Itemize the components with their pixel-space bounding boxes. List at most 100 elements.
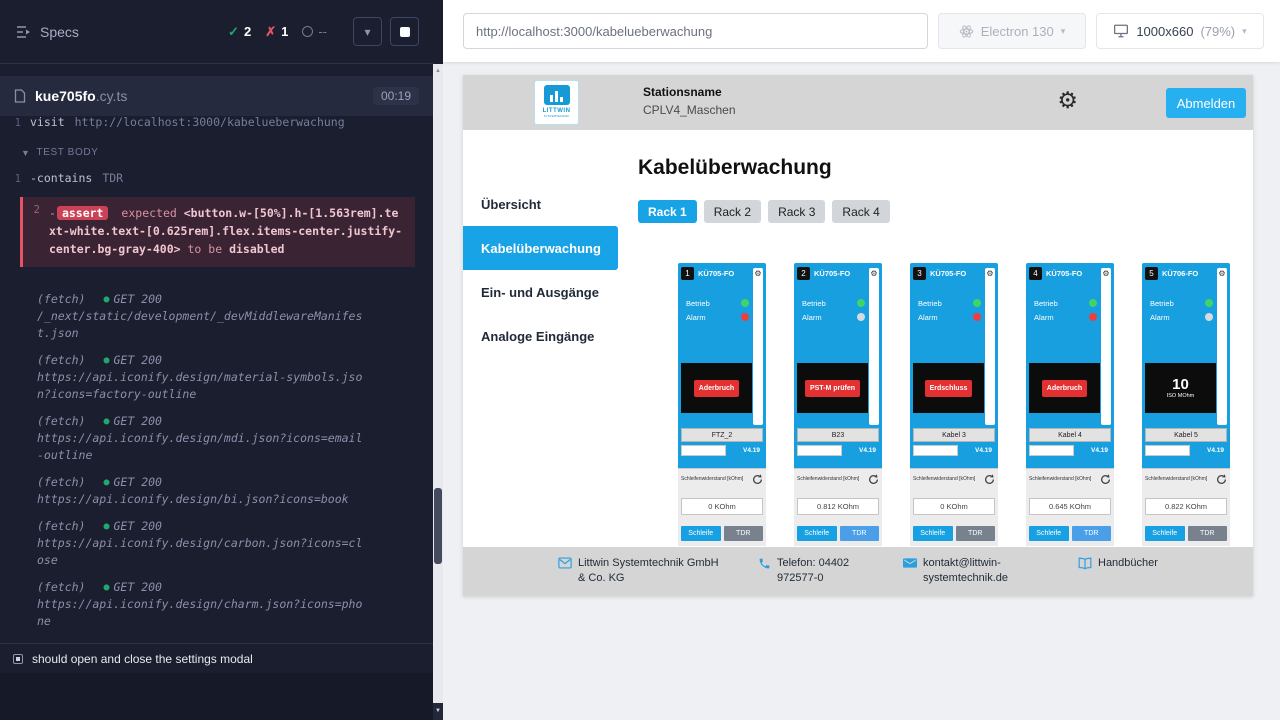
test-body-section[interactable]: ▼ TEST BODY bbox=[0, 135, 433, 167]
card-gear-icon[interactable]: ⚙ bbox=[1217, 269, 1227, 279]
resistance-value: 0 KOhm bbox=[913, 498, 995, 515]
fetch-status: GET 200 bbox=[114, 474, 162, 491]
status-button[interactable]: Aderbruch bbox=[694, 380, 739, 397]
app-header: LITTWIN SYSTEMTECHNIK Stationsname CPLV4… bbox=[463, 75, 1253, 130]
fetch-url: https://api.iconify.design/bi.json?icons… bbox=[37, 491, 367, 508]
line-number: 1 bbox=[0, 171, 30, 188]
device-card: 1 KÜ705-FO ⚙ Betrieb Alarm bbox=[678, 263, 766, 546]
cable-name: Kabel 4 bbox=[1029, 428, 1111, 442]
nav-item[interactable]: Übersicht bbox=[463, 182, 618, 226]
logout-button[interactable]: Abmelden bbox=[1166, 88, 1246, 118]
rack-tab[interactable]: Rack 2 bbox=[704, 200, 761, 223]
next-test-row[interactable]: should open and close the settings modal bbox=[0, 643, 433, 673]
tdr-button[interactable]: TDR bbox=[1072, 526, 1112, 541]
schleife-button[interactable]: Schleife bbox=[681, 526, 721, 541]
chevron-down-icon: ▾ bbox=[364, 25, 370, 39]
card-gear-icon[interactable]: ⚙ bbox=[869, 269, 879, 279]
measurement-panel: Schleifenwiderstand [kOhm] 0 KOhm Schlei… bbox=[910, 468, 998, 546]
rack-tab[interactable]: Rack 3 bbox=[768, 200, 825, 223]
version-row: V4.19 bbox=[913, 444, 995, 457]
rack-tab[interactable]: Rack 1 bbox=[638, 200, 697, 223]
card-title: KÜ706-FO bbox=[1162, 269, 1198, 278]
tdr-button[interactable]: TDR bbox=[724, 526, 764, 541]
refresh-icon[interactable] bbox=[867, 473, 879, 485]
success-dot-icon: ● bbox=[103, 352, 109, 369]
betrieb-label: Betrieb bbox=[686, 299, 710, 308]
command-visit[interactable]: 1 visit http://localhost:3000/kabelueber… bbox=[0, 116, 433, 135]
status-button[interactable]: Erdschluss bbox=[925, 380, 973, 397]
schleife-button[interactable]: Schleife bbox=[1029, 526, 1069, 541]
card-title: KÜ705-FO bbox=[698, 269, 734, 278]
version-input bbox=[797, 445, 842, 456]
status-button[interactable]: PST-M prüfen bbox=[805, 380, 860, 397]
betrieb-led bbox=[857, 299, 865, 307]
fetch-log: (fetch) ● GET 200 https://api.iconify.de… bbox=[37, 474, 415, 508]
check-icon: ✓ bbox=[228, 24, 239, 40]
card-gear-icon[interactable]: ⚙ bbox=[985, 269, 995, 279]
footer-phone: Telefon: 04402 972577-0 bbox=[758, 556, 873, 586]
refresh-icon[interactable] bbox=[1215, 473, 1227, 485]
stop-button[interactable] bbox=[390, 17, 419, 46]
card-title: KÜ705-FO bbox=[1046, 269, 1082, 278]
refresh-icon[interactable] bbox=[983, 473, 995, 485]
fetch-label: (fetch) bbox=[37, 474, 85, 491]
refresh-icon[interactable] bbox=[1099, 473, 1111, 485]
nav-item[interactable]: Ein- und Ausgänge bbox=[463, 270, 618, 314]
betrieb-led bbox=[973, 299, 981, 307]
aut-region: Electron 130 ▾ 1000x660 (79%) ▾ LITTWIN … bbox=[443, 0, 1280, 720]
scrollbar-thumb[interactable] bbox=[434, 488, 442, 564]
command-contains[interactable]: 1 -contains TDR bbox=[0, 167, 433, 191]
specs-list-icon bbox=[16, 25, 32, 39]
card-scroll-strip bbox=[869, 268, 879, 425]
fetch-log: (fetch) ● GET 200 /_next/static/developm… bbox=[37, 291, 415, 342]
specs-toggle[interactable]: Specs bbox=[16, 24, 79, 40]
tdr-button[interactable]: TDR bbox=[840, 526, 880, 541]
tdr-button[interactable]: TDR bbox=[956, 526, 996, 541]
url-input[interactable] bbox=[463, 13, 928, 49]
collapse-button[interactable]: ▾ bbox=[353, 17, 382, 46]
footer-manuals[interactable]: Handbücher bbox=[1078, 556, 1158, 571]
viewport-select[interactable]: 1000x660 (79%) ▾ bbox=[1096, 13, 1264, 49]
line-number: 1 bbox=[0, 116, 30, 132]
failed-assert-block[interactable]: 2 -assert expected <button.w-[50%].h-[1.… bbox=[20, 197, 415, 267]
schleife-button[interactable]: Schleife bbox=[797, 526, 837, 541]
schleife-button[interactable]: Schleife bbox=[913, 526, 953, 541]
fetch-label: (fetch) bbox=[37, 518, 85, 535]
betrieb-led bbox=[1089, 299, 1097, 307]
phone-icon bbox=[758, 557, 771, 570]
fetch-log-head: (fetch) ● GET 200 bbox=[37, 352, 415, 369]
scroll-up-arrow[interactable]: ▲ bbox=[433, 66, 443, 76]
spec-file-row[interactable]: kue705fo.cy.ts 00:19 bbox=[0, 76, 433, 116]
nav-item[interactable]: Kabelüberwachung bbox=[463, 226, 618, 270]
section-label: TEST BODY bbox=[37, 147, 99, 158]
card-gear-icon[interactable]: ⚙ bbox=[1101, 269, 1111, 279]
card-gear-icon[interactable]: ⚙ bbox=[753, 269, 763, 279]
scrollbar-track[interactable] bbox=[433, 64, 443, 703]
fetch-log: (fetch) ● GET 200 https://api.iconify.de… bbox=[37, 518, 415, 569]
browser-select[interactable]: Electron 130 ▾ bbox=[938, 13, 1086, 49]
betrieb-led bbox=[741, 299, 749, 307]
cable-name: Kabel 3 bbox=[913, 428, 995, 442]
version-row: V4.19 bbox=[1029, 444, 1111, 457]
main-content: Kabelüberwachung Rack 1Rack 2Rack 3Rack … bbox=[618, 130, 1253, 547]
tdr-button[interactable]: TDR bbox=[1188, 526, 1228, 541]
station-label: Stationsname bbox=[643, 85, 736, 99]
fetch-status: GET 200 bbox=[114, 291, 162, 308]
nav-item[interactable]: Analoge Eingänge bbox=[463, 314, 618, 358]
browser-toolbar: Electron 130 ▾ 1000x660 (79%) ▾ bbox=[443, 0, 1280, 62]
card-scroll-strip bbox=[1101, 268, 1111, 425]
card-scroll-strip bbox=[985, 268, 995, 425]
status-display: Aderbruch bbox=[681, 363, 752, 413]
email-card-icon bbox=[558, 557, 572, 569]
footer-email[interactable]: kontakt@littwin-systemtechnik.de bbox=[903, 556, 1033, 586]
scroll-down-arrow[interactable]: ▼ bbox=[433, 703, 443, 720]
rack-tab[interactable]: Rack 4 bbox=[832, 200, 889, 223]
resistance-value: 0 KOhm bbox=[681, 498, 763, 515]
measure-value: 10 bbox=[1172, 377, 1189, 394]
refresh-icon[interactable] bbox=[751, 473, 763, 485]
rack-tab-label: Rack 1 bbox=[648, 205, 687, 219]
schleife-button[interactable]: Schleife bbox=[1145, 526, 1185, 541]
settings-gear-icon[interactable]: ⚙ bbox=[1057, 89, 1078, 112]
status-button[interactable]: Aderbruch bbox=[1042, 380, 1087, 397]
fetch-status: GET 200 bbox=[114, 352, 162, 369]
